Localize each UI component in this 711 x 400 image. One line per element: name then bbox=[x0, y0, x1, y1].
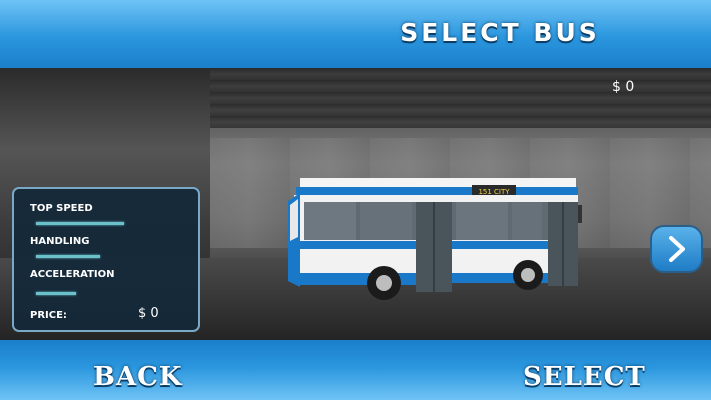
bus-mid-stripe bbox=[452, 241, 548, 249]
bus-model[interactable]: 151 CITY bbox=[286, 175, 591, 305]
bus-window bbox=[456, 202, 508, 240]
bus-mid-stripe bbox=[300, 241, 416, 249]
bus-window bbox=[512, 202, 542, 240]
price-display: $ 0 bbox=[612, 79, 635, 95]
back-button[interactable]: BACK bbox=[93, 362, 182, 392]
bus-mirror bbox=[578, 205, 582, 223]
bus-window bbox=[360, 202, 412, 240]
stat-label-acceleration: ACCELERATION bbox=[30, 269, 115, 280]
destination-sign-text: 151 CITY bbox=[478, 188, 510, 196]
select-button[interactable]: SELECT bbox=[523, 362, 646, 392]
price-label: PRICE: bbox=[30, 310, 67, 321]
stat-fill bbox=[36, 255, 100, 258]
stat-fill bbox=[36, 222, 124, 225]
bus-window bbox=[304, 202, 356, 240]
stat-bar-top-speed bbox=[36, 222, 196, 225]
bus-front-window bbox=[290, 199, 298, 241]
stat-label-handling: HANDLING bbox=[30, 236, 90, 247]
page-title: SELECT BUS bbox=[400, 18, 600, 47]
price-value: $ 0 bbox=[138, 306, 159, 321]
bus-top-stripe bbox=[296, 187, 578, 195]
next-bus-button[interactable] bbox=[650, 225, 703, 273]
stat-bar-handling bbox=[36, 255, 196, 258]
stat-bar-acceleration bbox=[36, 292, 196, 295]
stat-label-top-speed: TOP SPEED bbox=[30, 203, 93, 214]
chevron-right-icon bbox=[669, 236, 685, 262]
stat-fill bbox=[36, 292, 76, 295]
stats-panel: TOP SPEED HANDLING ACCELERATION PRICE: $… bbox=[12, 187, 200, 332]
